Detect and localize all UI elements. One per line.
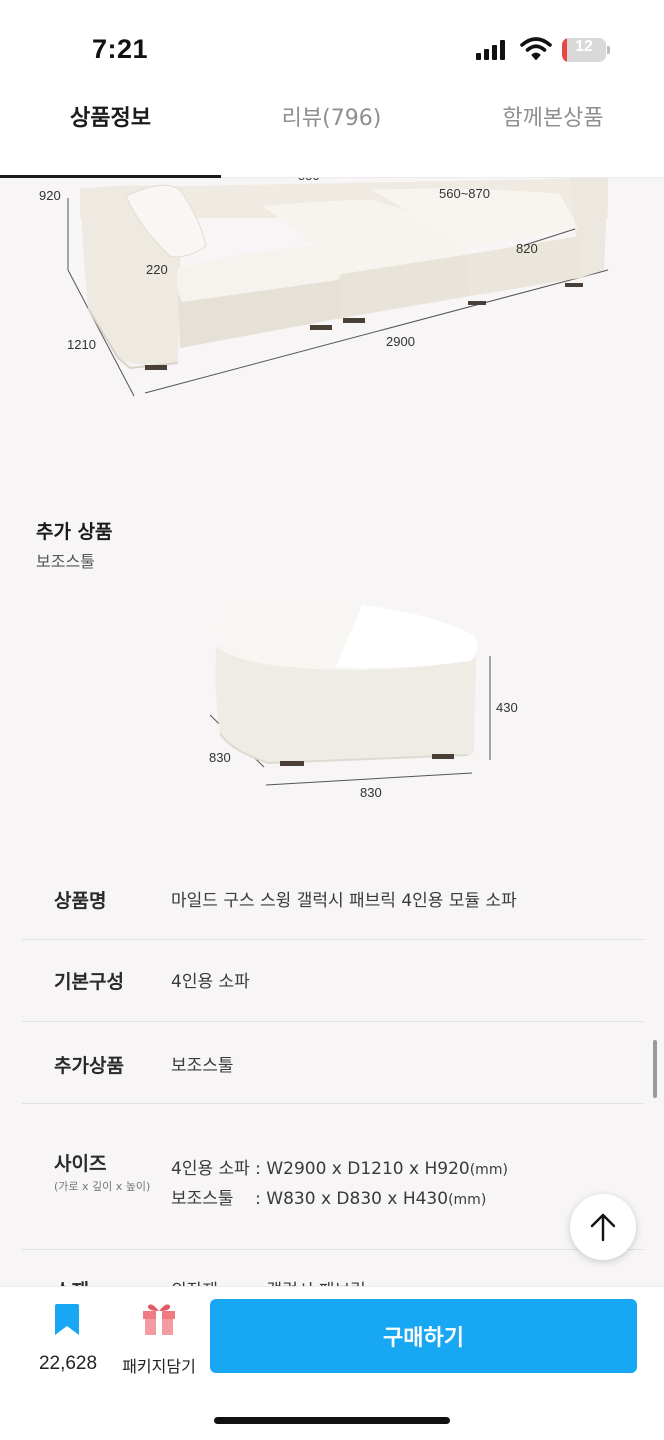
bookmark-button[interactable]: 22,628: [28, 1297, 108, 1377]
cellular-signal-icon: [476, 40, 506, 60]
stool-illustration: [209, 600, 491, 786]
spec-value: 보조스툴: [171, 1056, 234, 1076]
spec-size-sofa: 4인용 소파 : W2900 x D1210 x H920: [171, 1159, 470, 1179]
bookmark-icon: [55, 1304, 79, 1335]
spec-value: 4인용 소파: [171, 972, 250, 992]
sofa-illustration: [67, 178, 609, 397]
tab-product-info[interactable]: 상품정보: [0, 100, 221, 178]
spec-label: 추가상품: [54, 1055, 124, 1077]
package-add-button[interactable]: 패키지담기: [114, 1297, 204, 1377]
spec-value-line2: 보조스툴 : W830 x D830 x H430(mm): [171, 1184, 486, 1209]
stool-dimension-image: 430 830 830: [190, 600, 530, 803]
scrollbar[interactable]: [653, 1040, 657, 1098]
dim-stool-depth: 830: [209, 750, 231, 765]
bottom-action-bar: 22,628 패키지담기 구매하기: [0, 1286, 664, 1440]
dim-sofa-cut-top: 550: [298, 178, 320, 183]
status-bar: 7:21 12: [0, 0, 664, 100]
tab-related-products-label: 함께본상품: [502, 106, 604, 131]
dim-sofa-seat-depth: 820: [516, 241, 538, 256]
spec-label-sub: (가로 x 깊이 x 높이): [54, 1180, 151, 1193]
product-detail-content: 920 550 560~870 220 820 1210 2900 추가 상품 …: [0, 178, 664, 1288]
dim-stool-height: 430: [496, 700, 518, 715]
spec-label: 상품명: [54, 890, 107, 912]
battery-icon: 12: [562, 38, 606, 62]
addon-section-subtitle: 보조스툴: [36, 552, 95, 571]
dim-sofa-width: 2900: [386, 334, 415, 349]
package-add-label: 패키지담기: [122, 1357, 196, 1376]
spec-row-base-composition: 기본구성 4인용 소파: [22, 940, 644, 1022]
tab-reviews[interactable]: 리뷰(796): [221, 100, 442, 178]
dim-sofa-seat-range: 560~870: [439, 186, 490, 201]
dim-stool-width: 830: [360, 785, 382, 800]
battery-nub: [607, 46, 610, 54]
gift-box-icon: [143, 1304, 175, 1335]
home-indicator[interactable]: [214, 1417, 450, 1424]
dim-sofa-depth: 1210: [67, 337, 96, 352]
wifi-icon: [520, 37, 552, 60]
spec-label: 기본구성: [54, 971, 124, 993]
addon-section-title: 추가 상품: [36, 521, 113, 543]
dim-sofa-height: 920: [39, 188, 61, 203]
spec-row-size: 사이즈 (가로 x 깊이 x 높이) 4인용 소파 : W2900 x D121…: [22, 1104, 644, 1250]
tab-product-info-label: 상품정보: [70, 106, 151, 131]
tab-bar: 상품정보 리뷰(796) 함께본상품: [0, 100, 664, 178]
sofa-dimension-image: 920 550 560~870 220 820 1210 2900: [0, 178, 664, 408]
spec-size-unit: (mm): [448, 1192, 487, 1208]
dim-sofa-arm: 220: [146, 262, 168, 277]
status-time: 7:21: [92, 34, 149, 64]
buy-button[interactable]: 구매하기: [210, 1299, 637, 1373]
spec-row-product-name: 상품명 마일드 구스 스윙 갤럭시 패브릭 4인용 모듈 소파: [22, 858, 644, 940]
spec-value: 마일드 구스 스윙 갤럭시 패브릭 4인용 모듈 소파: [171, 891, 517, 911]
tab-reviews-label: 리뷰(796): [281, 106, 382, 131]
buy-button-label: 구매하기: [383, 1326, 464, 1351]
spec-value-line1: 4인용 소파 : W2900 x D1210 x H920(mm): [171, 1154, 508, 1179]
spec-size-unit: (mm): [469, 1162, 508, 1178]
spec-label: 사이즈: [54, 1153, 107, 1175]
spec-row-material: 소재 외장재 갤럭시 패브릭: [22, 1250, 644, 1288]
arrow-up-icon: [590, 1213, 616, 1242]
scroll-to-top-button[interactable]: [570, 1194, 636, 1260]
spec-row-addon: 추가상품 보조스툴: [22, 1022, 644, 1104]
spec-table: 상품명 마일드 구스 스윙 갤럭시 패브릭 4인용 모듈 소파 기본구성 4인용…: [22, 858, 644, 1288]
bookmark-count: 22,628: [38, 1353, 98, 1374]
tab-related-products[interactable]: 함께본상품: [442, 100, 664, 178]
battery-level: 12: [575, 38, 593, 55]
spec-size-stool: 보조스툴 : W830 x D830 x H430: [171, 1189, 449, 1209]
